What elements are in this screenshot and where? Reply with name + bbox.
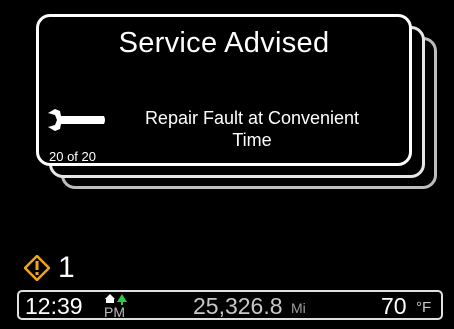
message-line-1: Repair Fault at Convenient xyxy=(144,108,360,128)
odometer-unit: Mi xyxy=(291,300,306,316)
ampm-indicator: PM xyxy=(103,293,133,320)
temperature-unit: °F xyxy=(416,299,432,316)
message-counter: 20 of 20 xyxy=(49,149,96,164)
warning-diamond-icon xyxy=(24,255,50,281)
odometer-value: 25,326.8 xyxy=(193,293,283,319)
cluster-display: Service Advised Repair Fault at Convenie… xyxy=(0,0,454,329)
message-line-2: Time xyxy=(232,130,272,150)
warning-indicator[interactable]: 1 xyxy=(24,251,75,285)
message-card[interactable]: Service Advised Repair Fault at Convenie… xyxy=(36,14,412,166)
clock-time: 12:39 xyxy=(25,293,83,319)
status-bar: 12:39 PM 25,326.8 Mi 70 °F xyxy=(17,290,443,320)
warning-count: 1 xyxy=(58,251,75,284)
message-title: Service Advised xyxy=(118,27,330,59)
wrench-icon xyxy=(48,109,105,131)
ampm-label: PM xyxy=(104,304,125,320)
outside-temperature: 70 xyxy=(381,293,407,319)
message-text: Repair Fault at Convenient Time xyxy=(117,107,387,151)
